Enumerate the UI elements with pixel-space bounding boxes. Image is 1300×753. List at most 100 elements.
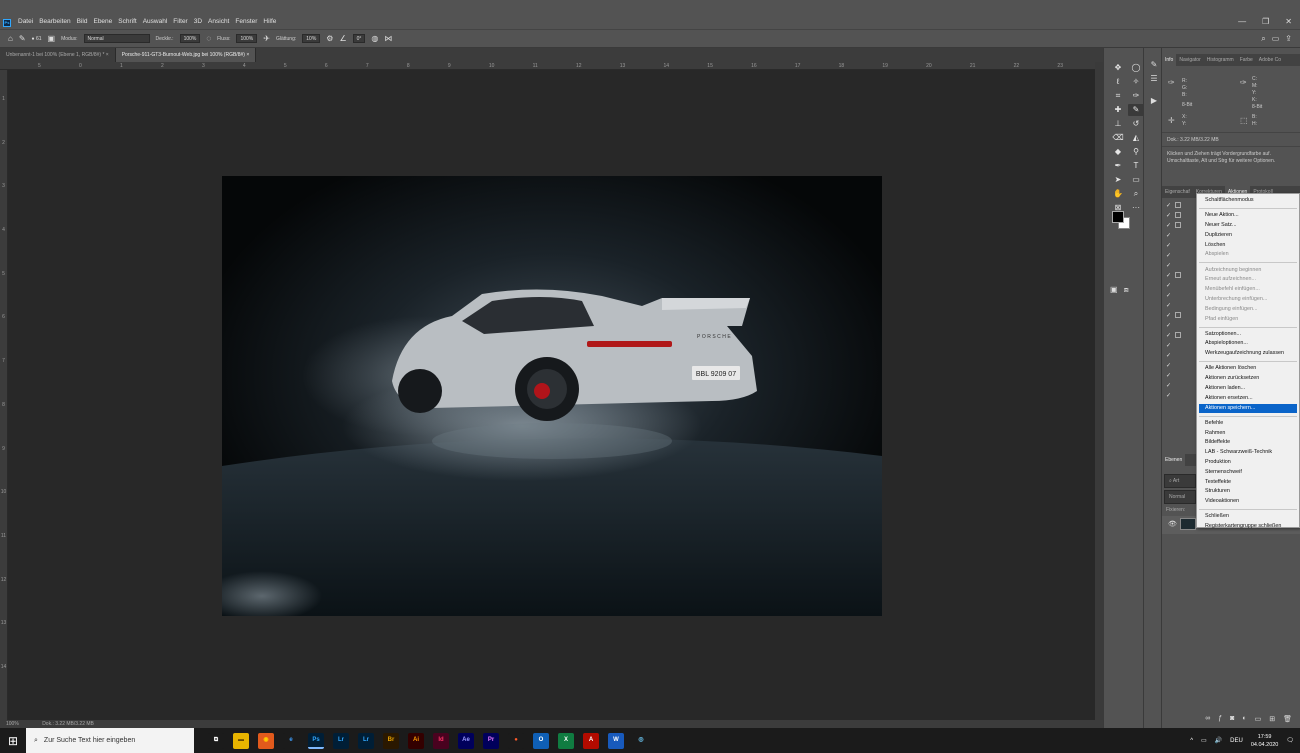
action-set-row[interactable]: ✓: [1162, 390, 1196, 400]
menu-item-produktion[interactable]: Produktion: [1197, 458, 1299, 468]
action-set-row[interactable]: ✓: [1162, 290, 1196, 300]
panel-tab-navigator[interactable]: Navigator: [1176, 54, 1203, 66]
menu-item-satzoptionen[interactable]: Satzoptionen...: [1197, 330, 1299, 340]
taskbar-premiere-icon[interactable]: Pr: [483, 732, 499, 749]
action-set-row[interactable]: ✓: [1162, 230, 1196, 240]
pressure-opacity-icon[interactable]: ◌: [206, 34, 211, 43]
marquee-tool-icon[interactable]: ◯: [1128, 62, 1144, 74]
brush-settings-panel-icon[interactable]: ✎: [1148, 60, 1160, 72]
action-set-row[interactable]: ✓: [1162, 340, 1196, 350]
menu-item-befehle[interactable]: Befehle: [1197, 419, 1299, 429]
link-icon[interactable]: ∞: [1205, 715, 1210, 728]
dialog-toggle-icon[interactable]: [1175, 212, 1182, 218]
volume-icon[interactable]: 🔊: [1215, 737, 1222, 744]
adjust-panel-icon[interactable]: ☰: [1148, 74, 1160, 86]
menu-item-lab-schwarzweiß-technik[interactable]: LAB - Schwarzweiß-Technik: [1197, 448, 1299, 458]
foreground-color-swatch[interactable]: [1112, 211, 1124, 223]
menu-item-ansicht[interactable]: Ansicht: [208, 18, 229, 25]
brush-size[interactable]: ● 61: [32, 36, 42, 42]
check-icon[interactable]: ✓: [1166, 332, 1171, 339]
hand-tool-icon[interactable]: ✋: [1110, 188, 1126, 200]
notification-icon[interactable]: 🗨: [1286, 737, 1294, 744]
check-icon[interactable]: ✓: [1166, 292, 1171, 299]
check-icon[interactable]: ✓: [1166, 382, 1171, 389]
network-icon[interactable]: ▭: [1201, 737, 1207, 744]
taskbar-word-icon[interactable]: W: [608, 732, 624, 749]
brush-tool-icon[interactable]: ✎: [19, 34, 26, 43]
check-icon[interactable]: ✓: [1166, 212, 1171, 219]
screen-mode-icon[interactable]: ⧈: [1124, 285, 1129, 295]
new-layer-icon[interactable]: ⊞: [1269, 715, 1275, 728]
action-set-row[interactable]: ✓: [1162, 300, 1196, 310]
history-brush-tool-icon[interactable]: ↺: [1128, 118, 1144, 130]
menu-item-alle-aktionen-löschen[interactable]: Alle Aktionen löschen: [1197, 364, 1299, 374]
action-set-row[interactable]: ✓: [1162, 310, 1196, 320]
tray-chevron-icon[interactable]: ^: [1190, 738, 1193, 744]
smoothing-field[interactable]: 10%: [302, 34, 321, 43]
action-set-row[interactable]: ✓: [1162, 210, 1196, 220]
action-set-row[interactable]: ✓: [1162, 220, 1196, 230]
taskbar-acrobat-icon[interactable]: A: [583, 732, 599, 749]
action-set-row[interactable]: ✓: [1162, 350, 1196, 360]
menu-item-strukturen[interactable]: Strukturen: [1197, 487, 1299, 497]
workspace-icon[interactable]: ▭: [1272, 34, 1280, 43]
menu-item-löschen[interactable]: Löschen: [1197, 241, 1299, 251]
menu-item-texteffekte[interactable]: Texteffekte: [1197, 478, 1299, 488]
taskbar-lightroom-classic-icon[interactable]: Lr: [333, 732, 349, 749]
menu-item-videoaktionen[interactable]: Videoaktionen: [1197, 497, 1299, 507]
menu-item-sternenschweif[interactable]: Sternenschweif: [1197, 468, 1299, 478]
restore-icon[interactable]: ❐: [1262, 17, 1269, 26]
check-icon[interactable]: ✓: [1166, 392, 1171, 399]
check-icon[interactable]: ✓: [1166, 342, 1171, 349]
taskbar-firefox-icon[interactable]: ◉: [258, 732, 274, 749]
menu-item-werkzeugaufzeichnung-zulassen[interactable]: Werkzeugaufzeichnung zulassen: [1197, 349, 1299, 359]
menu-item-schließen[interactable]: Schließen: [1197, 512, 1299, 522]
dialog-toggle-icon[interactable]: [1175, 272, 1182, 278]
menu-item-hilfe[interactable]: Hilfe: [263, 18, 276, 25]
panel-tab-farbe[interactable]: Farbe: [1237, 54, 1256, 66]
share-icon[interactable]: ⇪: [1285, 34, 1292, 43]
menu-item-schrift[interactable]: Schrift: [118, 18, 136, 25]
windows-start-icon[interactable]: ⊞: [0, 728, 26, 753]
check-icon[interactable]: ✓: [1166, 272, 1171, 279]
close-tab-icon[interactable]: ×: [246, 52, 249, 58]
action-set-row[interactable]: ✓: [1162, 330, 1196, 340]
check-icon[interactable]: ✓: [1166, 312, 1171, 319]
dodge-tool-icon[interactable]: ⚲: [1128, 146, 1144, 158]
taskbar-photoshop-icon[interactable]: Ps: [308, 732, 324, 749]
menu-item-neuer-satz[interactable]: Neuer Satz...: [1197, 221, 1299, 231]
search-icon[interactable]: ⌕: [1261, 34, 1265, 44]
action-set-row[interactable]: ✓: [1162, 280, 1196, 290]
lasso-tool-icon[interactable]: ℓ: [1110, 76, 1126, 88]
check-icon[interactable]: ✓: [1166, 302, 1171, 309]
taskbar-excel-icon[interactable]: X: [558, 732, 574, 749]
taskbar-outlook-icon[interactable]: O: [533, 732, 549, 749]
angle-field[interactable]: 0°: [352, 34, 366, 43]
menu-item-duplizieren[interactable]: Duplizieren: [1197, 231, 1299, 241]
stamp-tool-icon[interactable]: ⊥: [1110, 118, 1126, 130]
taskbar-after-effects-icon[interactable]: Ae: [458, 732, 474, 749]
check-icon[interactable]: ✓: [1166, 222, 1171, 229]
taskbar-search[interactable]: ⌕ Zur Suche Text hier eingeben: [26, 728, 194, 753]
menu-item-aktionen-speichern[interactable]: Aktionen speichern...: [1199, 403, 1297, 414]
check-icon[interactable]: ✓: [1166, 352, 1171, 359]
smoothing-settings-icon[interactable]: ⚙: [326, 34, 333, 43]
path-select-tool-icon[interactable]: ➤: [1110, 174, 1126, 186]
taskbar-edge-icon[interactable]: e: [283, 732, 299, 749]
action-set-row[interactable]: ✓: [1162, 260, 1196, 270]
trash-icon[interactable]: 🗑: [1283, 715, 1292, 728]
menu-item-aktionen-laden[interactable]: Aktionen laden...: [1197, 384, 1299, 394]
menu-item-filter[interactable]: Filter: [173, 18, 187, 25]
tab-untitled[interactable]: Unbenannt-1 bei 100% (Ebene 1, RGB/8#) *…: [0, 48, 116, 62]
adjustment-icon[interactable]: ◐: [1242, 715, 1246, 728]
close-tab-icon[interactable]: ×: [106, 52, 109, 58]
move-tool-icon[interactable]: ✥: [1110, 62, 1126, 74]
menu-item-fenster[interactable]: Fenster: [235, 18, 257, 25]
action-set-row[interactable]: ✓: [1162, 200, 1196, 210]
menu-item-3d[interactable]: 3D: [194, 18, 202, 25]
taskbar-media-app-icon[interactable]: ●: [508, 732, 524, 749]
actions-panel-icon[interactable]: ▶: [1148, 96, 1160, 108]
type-tool-icon[interactable]: T: [1128, 160, 1144, 172]
airbrush-icon[interactable]: ✈: [263, 34, 270, 43]
eye-icon[interactable]: 👁: [1168, 520, 1177, 528]
